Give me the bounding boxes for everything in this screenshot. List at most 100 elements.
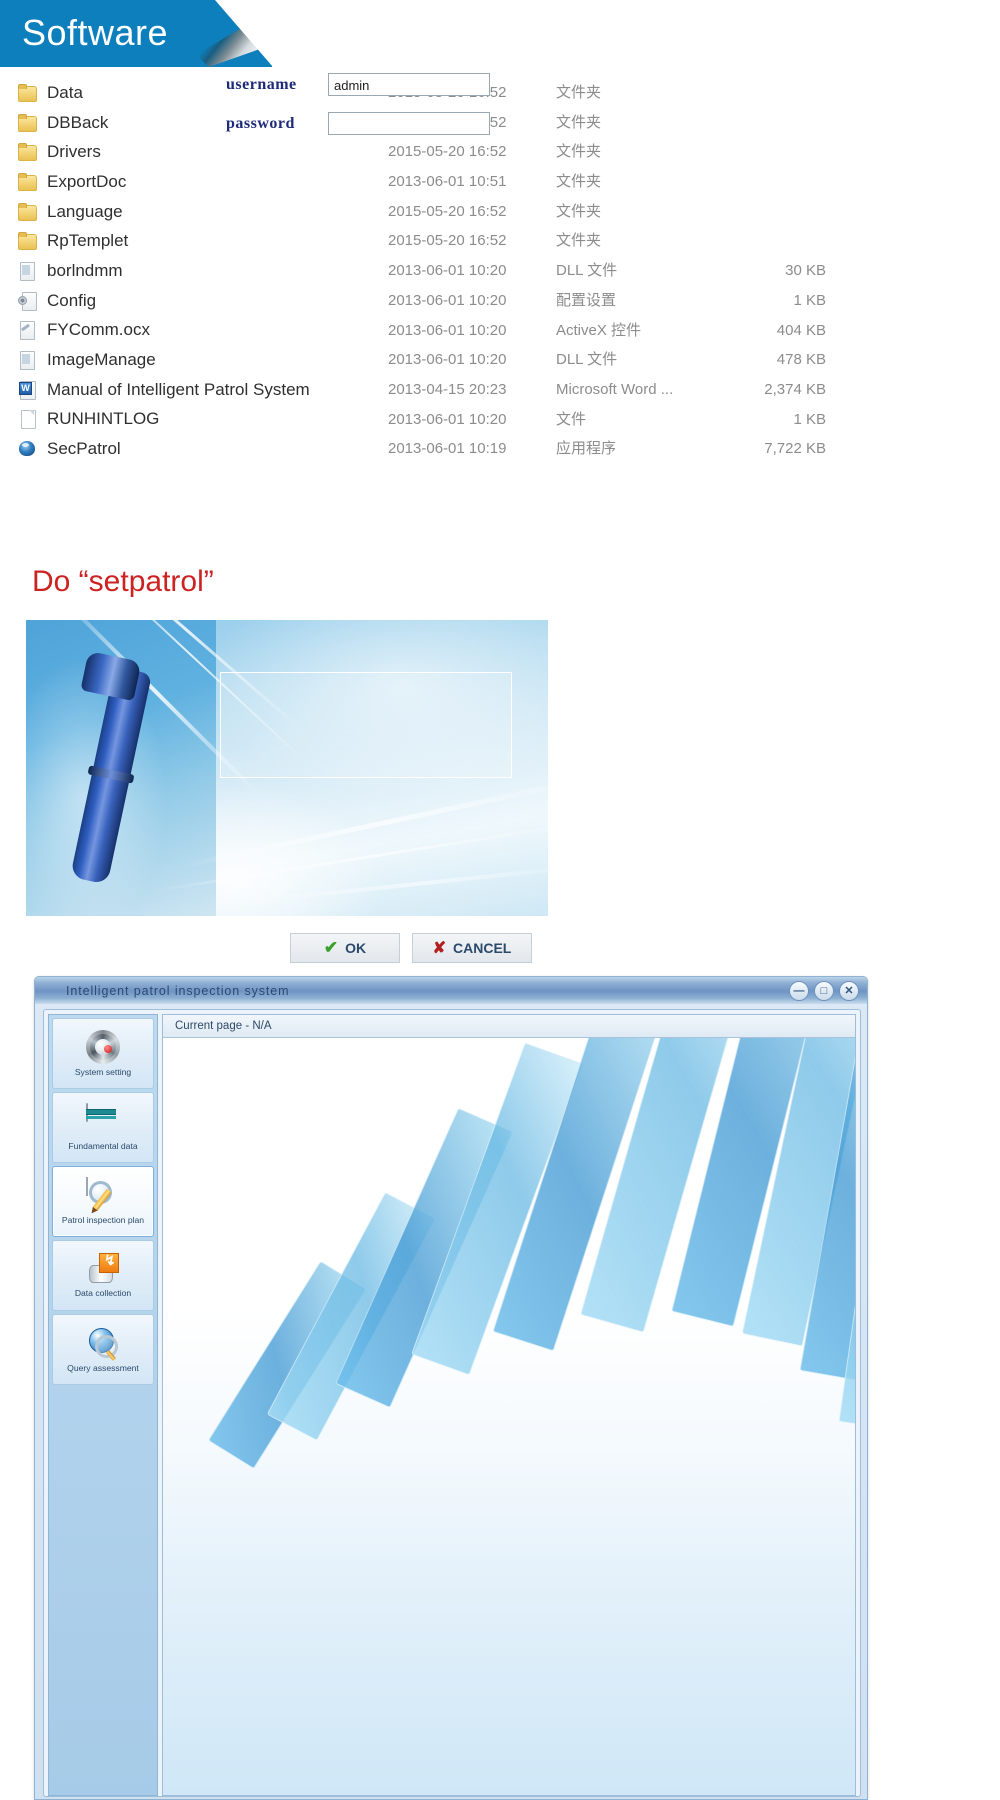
file-name-cell: Manual of Intelligent Patrol System	[18, 375, 310, 405]
file-date: 2013-06-01 10:20	[388, 262, 507, 280]
file-name-cell: Config	[18, 286, 96, 316]
file-name: Language	[47, 201, 123, 221]
file-row[interactable]: DBBack2015-05-20 16:52文件夹	[0, 108, 1000, 138]
file-row[interactable]: Manual of Intelligent Patrol System 2013-…	[0, 375, 1000, 405]
file-row[interactable]: ExportDoc 2013-06-01 10:51 文件夹	[0, 167, 1000, 197]
application-window: Intelligent patrol inspection system — □…	[34, 976, 868, 1800]
application-icon	[18, 440, 37, 458]
file-row[interactable]: RpTemplet 2015-05-20 16:52 文件夹	[0, 226, 1000, 256]
file-date: 2015-05-20 16:52	[388, 143, 507, 161]
file-name: ImageManage	[47, 350, 156, 370]
cancel-button-label: CANCEL	[453, 940, 512, 956]
file-explorer-list: Data2015-05-20 16:52文件夹DBBack2015-05-20 …	[0, 78, 1000, 464]
sidebar-item-fundamental-data[interactable]: Fundamental data	[52, 1092, 154, 1163]
file-name-cell: Language	[18, 197, 123, 227]
username-label: username	[226, 76, 297, 93]
folder-icon	[18, 143, 37, 162]
folder-icon	[18, 232, 37, 251]
file-name: borlndmm	[47, 260, 123, 280]
file-size: 1 KB	[793, 410, 826, 428]
file-row[interactable]: RUNHINTLOG 2013-06-01 10:20 文件 1 KB	[0, 405, 1000, 435]
file-name: FYComm.ocx	[47, 320, 150, 340]
close-button[interactable]: ✕	[839, 981, 859, 1001]
file-name: Data	[47, 82, 83, 102]
file-size: 30 KB	[785, 262, 826, 280]
file-type: Microsoft Word ...	[556, 380, 674, 398]
word-file-icon	[18, 380, 37, 400]
file-date: 2013-06-01 10:20	[388, 410, 507, 428]
file-size	[700, 197, 826, 227]
sidebar-item-data-collection[interactable]: Data collection	[52, 1240, 154, 1311]
file-size	[700, 108, 826, 138]
file-row[interactable]: borlndmm 2013-06-01 10:20 DLL 文件 30 KB	[0, 256, 1000, 286]
file-date: 2013-06-01 10:19	[388, 440, 507, 458]
file-date: 2013-06-01 10:51	[388, 173, 507, 191]
window-controls: — □ ✕	[789, 981, 859, 1001]
file-type: ActiveX 控件	[556, 321, 642, 339]
login-field-group	[220, 672, 512, 778]
dll-file-icon	[18, 351, 37, 371]
file-row[interactable]: SecPatrol 2013-06-01 10:19 应用程序 7,722 KB	[0, 434, 1000, 464]
window-client-area: System setting Fundamental data Patrol ins…	[43, 1009, 861, 1797]
file-date: 2015-05-20 16:52	[388, 232, 507, 250]
file-row[interactable]: Drivers 2015-05-20 16:52 文件夹	[0, 137, 1000, 167]
sidebar-item-patrol-inspection-plan[interactable]: Patrol inspection plan	[52, 1166, 154, 1237]
file-name: Manual of Intelligent Patrol System	[47, 379, 310, 399]
file-type: 文件夹	[556, 232, 602, 250]
file-size	[700, 137, 826, 167]
username-input[interactable]: admin	[328, 73, 490, 96]
sidebar-item-label: Query assessment	[67, 1362, 139, 1373]
page-header-banner: Software	[0, 0, 273, 67]
app-logo-icon	[45, 984, 58, 997]
file-size	[700, 78, 826, 108]
file-row[interactable]: FYComm.ocx 2013-06-01 10:20 ActiveX 控件 404 …	[0, 316, 1000, 346]
sidebar-item-label: Fundamental data	[68, 1141, 138, 1151]
file-name-cell: borlndmm	[18, 256, 123, 286]
file-size	[700, 226, 826, 256]
ok-button-label: OK	[345, 940, 367, 956]
file-date: 2015-05-20 16:52	[388, 202, 507, 220]
file-size: 404 KB	[776, 321, 826, 339]
file-date: 2013-06-01 10:20	[388, 351, 507, 369]
database-icon	[86, 1103, 120, 1138]
file-type: 文件夹	[556, 173, 602, 191]
file-type: 文件夹	[556, 84, 602, 101]
gear-file-icon	[18, 291, 37, 311]
close-icon: ✘	[432, 940, 447, 957]
gear-icon	[86, 1030, 120, 1064]
password-label: password	[226, 115, 295, 132]
file-name: RpTemplet	[47, 231, 129, 251]
folder-icon	[18, 113, 37, 132]
file-name: Drivers	[47, 142, 101, 162]
file-name-cell: Data	[18, 78, 83, 108]
maximize-button[interactable]: □	[814, 981, 834, 1001]
ok-button[interactable]: ✔ OK	[290, 933, 400, 963]
file-name-cell: Drivers	[18, 137, 101, 167]
file-type: 文件	[556, 410, 587, 428]
decorative-streak	[226, 862, 548, 906]
current-page-tab[interactable]: Current page - N/A	[163, 1015, 855, 1038]
window-titlebar[interactable]: Intelligent patrol inspection system — □…	[35, 977, 867, 1004]
password-input[interactable]	[328, 112, 490, 135]
file-size	[700, 167, 826, 197]
content-area: Current page - N/A	[162, 1014, 856, 1796]
instruction-text: Do “setpatrol”	[32, 565, 214, 598]
file-name-cell: ImageManage	[18, 345, 156, 375]
sidebar-navigation: System setting Fundamental data Patrol ins…	[48, 1014, 158, 1796]
file-size: 7,722 KB	[764, 440, 826, 458]
file-name-cell: SecPatrol	[18, 434, 121, 464]
file-date: 2013-06-01 10:20	[388, 321, 507, 339]
file-row[interactable]: Language 2015-05-20 16:52 文件夹	[0, 197, 1000, 227]
cancel-button[interactable]: ✘ CANCEL	[412, 933, 532, 963]
minimize-button[interactable]: —	[789, 981, 809, 1001]
gear-indicator-dot	[104, 1045, 112, 1053]
file-name-cell: RpTemplet	[18, 226, 128, 256]
file-row[interactable]: Data2015-05-20 16:52文件夹	[0, 78, 1000, 108]
banner-corner-fold	[215, 0, 273, 67]
file-row[interactable]: Config 2013-06-01 10:20 配置设置 1 KB	[0, 286, 1000, 316]
sidebar-item-query-assessment[interactable]: Query assessment	[52, 1314, 154, 1385]
file-size: 2,374 KB	[764, 380, 826, 398]
sidebar-item-system-setting[interactable]: System setting	[52, 1018, 154, 1089]
file-row[interactable]: ImageManage 2013-06-01 10:20 DLL 文件 478 KB	[0, 345, 1000, 375]
file-name: RUNHINTLOG	[47, 409, 160, 429]
